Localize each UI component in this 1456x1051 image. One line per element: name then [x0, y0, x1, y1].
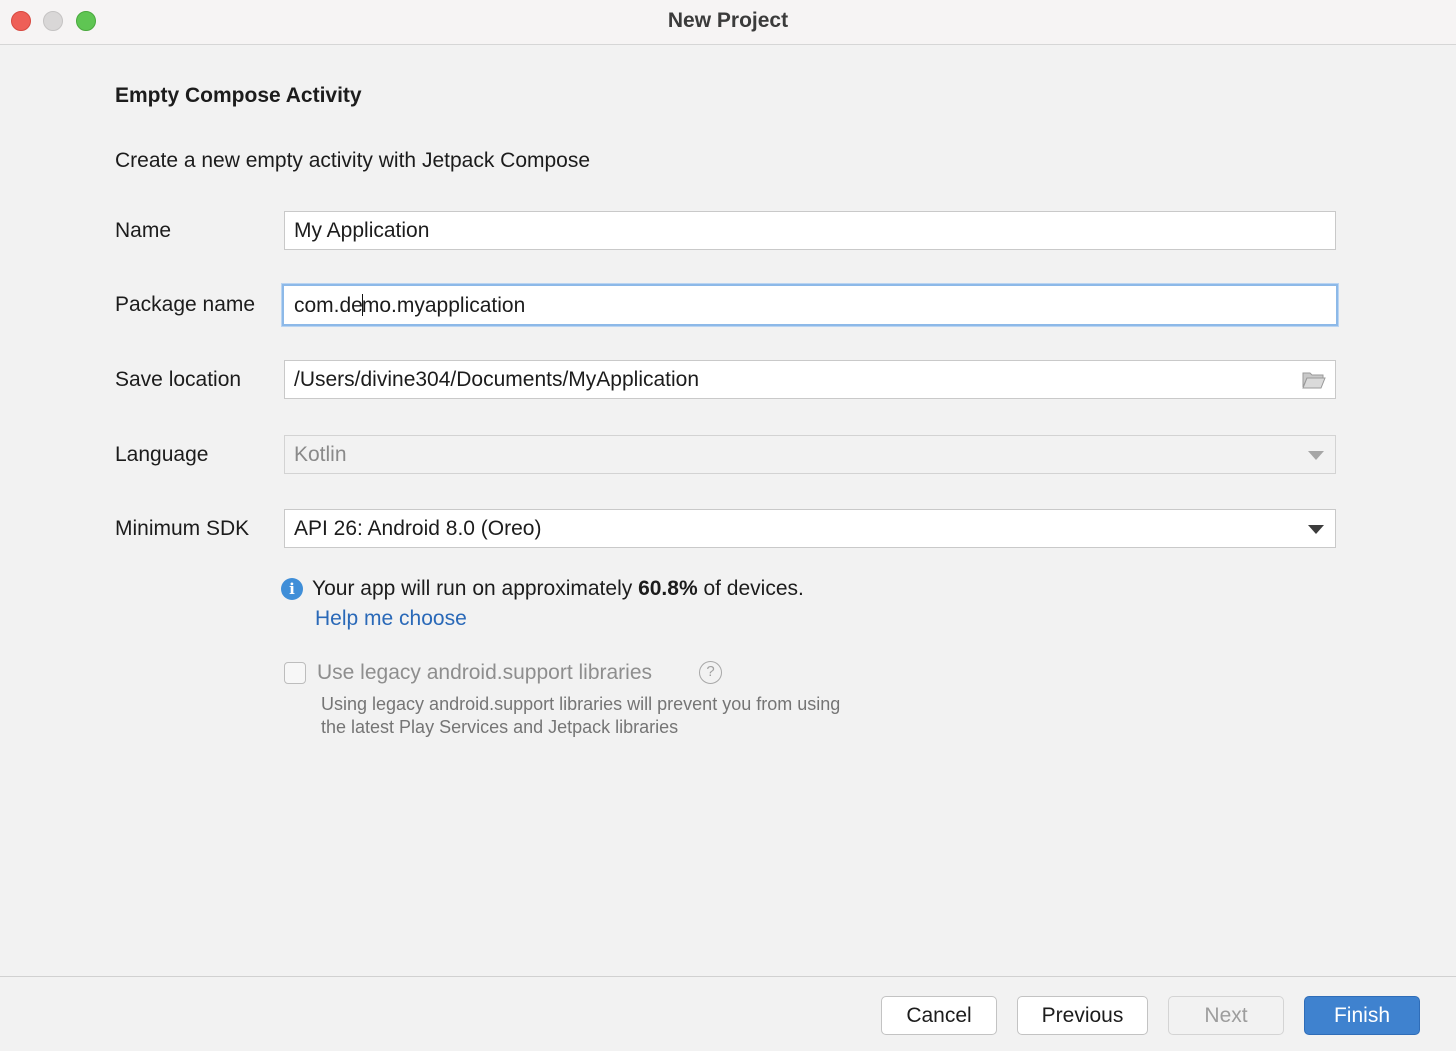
coverage-prefix: Your app will run on approximately — [312, 577, 639, 600]
minimum-sdk-value: API 26: Android 8.0 (Oreo) — [294, 517, 542, 540]
chevron-down-icon — [1308, 451, 1324, 460]
footer-divider — [0, 976, 1456, 977]
previous-button[interactable]: Previous — [1017, 996, 1148, 1035]
help-me-choose-link[interactable]: Help me choose — [315, 607, 467, 631]
info-icon: i — [281, 578, 303, 600]
package-name-label: Package name — [115, 293, 256, 316]
help-icon[interactable]: ? — [699, 661, 722, 684]
package-name-field[interactable]: com.demo.myapplication — [282, 284, 1338, 326]
save-location-value: /Users/divine304/Documents/MyApplication — [294, 368, 700, 391]
language-dropdown: Kotlin — [284, 435, 1336, 474]
legacy-support-label[interactable]: Use legacy android.support libraries — [317, 661, 652, 685]
name-field-value: My Application — [294, 219, 430, 242]
cancel-button[interactable]: Cancel — [881, 996, 997, 1035]
name-label: Name — [115, 219, 172, 242]
minimum-sdk-label: Minimum SDK — [115, 517, 250, 540]
chevron-down-icon[interactable] — [1308, 525, 1324, 534]
folder-icon[interactable] — [1302, 370, 1326, 390]
legacy-hint-line1: Using legacy android.support libraries w… — [321, 694, 841, 714]
finish-button[interactable]: Finish — [1304, 996, 1420, 1035]
language-label: Language — [115, 443, 209, 466]
coverage-suffix: of devices. — [697, 577, 804, 600]
section-description: Create a new empty activity with Jetpack… — [115, 149, 591, 172]
next-button: Next — [1168, 996, 1284, 1035]
title-bar: New Project — [0, 0, 1456, 45]
device-coverage-text: Your app will run on approximately 60.8%… — [312, 577, 804, 601]
package-name-value-start: com.de — [294, 294, 363, 317]
save-location-field[interactable]: /Users/divine304/Documents/MyApplication — [284, 360, 1336, 399]
language-value: Kotlin — [294, 443, 347, 466]
save-location-label: Save location — [115, 368, 242, 391]
legacy-hint-line2: the latest Play Services and Jetpack lib… — [321, 717, 679, 737]
name-field[interactable]: My Application — [284, 211, 1336, 250]
section-title: Empty Compose Activity — [115, 84, 362, 107]
window-title: New Project — [667, 9, 789, 32]
package-name-value-end: mo.myapplication — [361, 294, 526, 317]
legacy-support-checkbox[interactable] — [284, 662, 306, 684]
coverage-percent: 60.8% — [638, 577, 698, 600]
minimum-sdk-dropdown[interactable]: API 26: Android 8.0 (Oreo) — [284, 509, 1336, 548]
